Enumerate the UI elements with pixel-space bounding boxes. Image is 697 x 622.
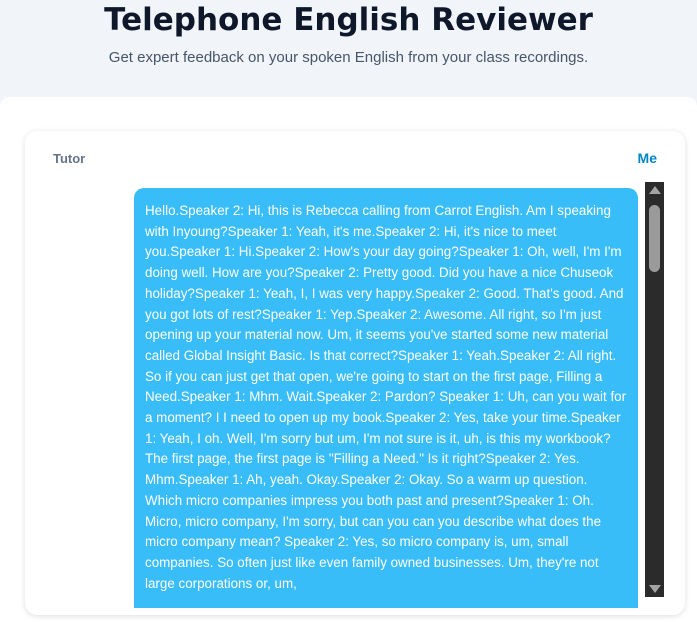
message-bubble-me: Hello.Speaker 2: Hi, this is Rebecca cal… <box>134 188 638 608</box>
chat-transcript-card: Tutor Me Hello.Speaker 2: Hi, this is Re… <box>25 131 685 615</box>
tutor-label: Tutor <box>53 151 86 166</box>
message-text: Hello.Speaker 2: Hi, this is Rebecca cal… <box>145 203 627 591</box>
transcript-scrollbar[interactable] <box>645 182 664 597</box>
page-header: Telephone English Reviewer Get expert fe… <box>0 0 697 100</box>
scroll-up-arrow-icon[interactable] <box>649 186 661 194</box>
page-subtitle: Get expert feedback on your spoken Engli… <box>108 49 589 66</box>
scrollbar-thumb[interactable] <box>649 205 660 272</box>
scroll-down-arrow-icon[interactable] <box>649 585 661 593</box>
page-title: Telephone English Reviewer <box>104 2 593 38</box>
me-label: Me <box>637 150 657 166</box>
